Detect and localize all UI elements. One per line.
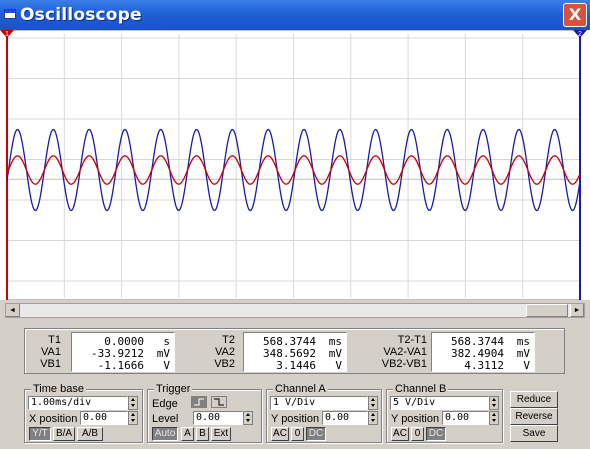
trigger-group: Trigger Edge Level 0.00 Auto A B Ext [147,383,262,443]
channel-a-ac-button[interactable]: AC [271,427,289,441]
save-button[interactable]: Save [510,425,558,442]
channel-b-ypos-spinner-icon[interactable] [489,411,499,425]
timebase-group: Time base 1.00ms/div X position 0.00 Y/T… [24,383,143,443]
trigger-title: Trigger [154,383,193,395]
trigger-level-spinner-icon[interactable] [243,411,253,425]
oscilloscope-screen[interactable]: 1 2 [0,30,590,300]
horizontal-scrollbar[interactable]: ◄ ► [5,303,585,318]
t2-readout-box: 568.3744 ms 348.5692 mV 3.1446 V [243,332,347,372]
channel-a-dc-button[interactable]: DC [306,427,326,441]
label-t2-t1: T2-T1 [397,334,427,346]
trigger-auto-button[interactable]: Auto [152,427,178,441]
channel-a-group: Channel A 1 V/Div Y position 0.00 AC 0 D… [266,383,382,443]
channel-a-scale-spinner-icon[interactable] [368,396,378,410]
trigger-edge-label: Edge [152,398,178,410]
timebase-xpos-spinner-icon[interactable] [128,411,138,425]
reduce-button[interactable]: Reduce [510,391,558,408]
timebase-scale-field[interactable]: 1.00ms/div [28,396,128,410]
channel-a-title: Channel A [273,383,328,395]
trigger-b-button[interactable]: B [196,427,209,441]
label-vb2: VB2 [214,358,235,370]
channel-b-scale-spinner-icon[interactable] [489,396,499,410]
channel-a-ypos-spinner-icon[interactable] [368,411,378,425]
label-vb1: VB1 [40,358,61,370]
reverse-button[interactable]: Reverse [510,408,558,425]
label-t1: T1 [48,334,61,346]
falling-edge-icon[interactable] [211,396,227,408]
rising-edge-icon[interactable] [191,396,207,408]
channel-a-scale-field[interactable]: 1 V/Div [270,396,368,410]
t1-readout-box: 0.0000 s -33.9212 mV -1.1666 V [71,332,175,372]
value-vb2-vb1: 4.3112 [464,359,504,372]
graticule [6,30,581,300]
channel-a-ypos-field[interactable]: 0.00 [322,411,368,425]
window-title: Oscilloscope [20,5,142,25]
scroll-right-icon[interactable]: ► [570,304,584,317]
unit-vb2-vb1: V [523,359,530,372]
scroll-left-icon[interactable]: ◄ [6,304,20,317]
cursor-t1-label: 1 [5,31,9,38]
label-va1: VA1 [41,346,61,358]
diff-readout-box: 568.3744 ms 382.4904 mV 4.3112 V [431,332,535,372]
scroll-thumb[interactable] [526,304,568,317]
yt-mode-button[interactable]: Y/T [29,427,51,441]
label-vb2-vb1: VB2-VB1 [381,358,427,370]
timebase-xpos-field[interactable]: 0.00 [80,411,128,425]
label-va2: VA2 [215,346,235,358]
unit-vb2: V [335,359,342,372]
value-vb2: 3.1446 [276,359,316,372]
channel-b-group: Channel B 5 V/Div Y position 0.00 AC 0 D… [386,383,503,443]
channel-b-scale-field[interactable]: 5 V/Div [390,396,489,410]
unit-vb1: V [163,359,170,372]
cursor-t2-label: 2 [578,31,582,38]
timebase-title: Time base [31,383,86,395]
label-t2: T2 [222,334,235,346]
channel-b-title: Channel B [393,383,449,395]
ba-mode-button[interactable]: B/A [53,427,75,441]
channel-b-ypos-label: Y position [391,413,440,425]
label-va2-va1: VA2-VA1 [383,346,427,358]
channel-a-zero-button[interactable]: 0 [291,427,304,441]
trigger-level-field[interactable]: 0.00 [193,411,243,425]
trigger-ext-button[interactable]: Ext [211,427,231,441]
trigger-a-button[interactable]: A [181,427,194,441]
channel-b-ypos-field[interactable]: 0.00 [442,411,489,425]
channel-b-dc-button[interactable]: DC [426,427,446,441]
timebase-scale-spinner-icon[interactable] [128,396,138,410]
window-icon [4,9,16,19]
scope-display[interactable]: 1 2 [0,30,590,300]
channel-b-ac-button[interactable]: AC [391,427,409,441]
cursor-readout-panel: T1 VA1 VB1 0.0000 s -33.9212 mV -1.1666 … [24,328,565,374]
oscilloscope-window: Oscilloscope X 1 2 ◄ ► T1 VA1 VB1 0.0000… [0,0,590,449]
timebase-xpos-label: X position [29,413,78,425]
channel-b-zero-button[interactable]: 0 [411,427,424,441]
trigger-level-label: Level [152,413,179,425]
title-bar[interactable]: Oscilloscope X [0,0,590,30]
channel-a-ypos-label: Y position [271,413,320,425]
value-vb1: -1.1666 [97,359,144,372]
ab-mode-button[interactable]: A/B [77,427,103,441]
close-button[interactable]: X [563,3,587,27]
